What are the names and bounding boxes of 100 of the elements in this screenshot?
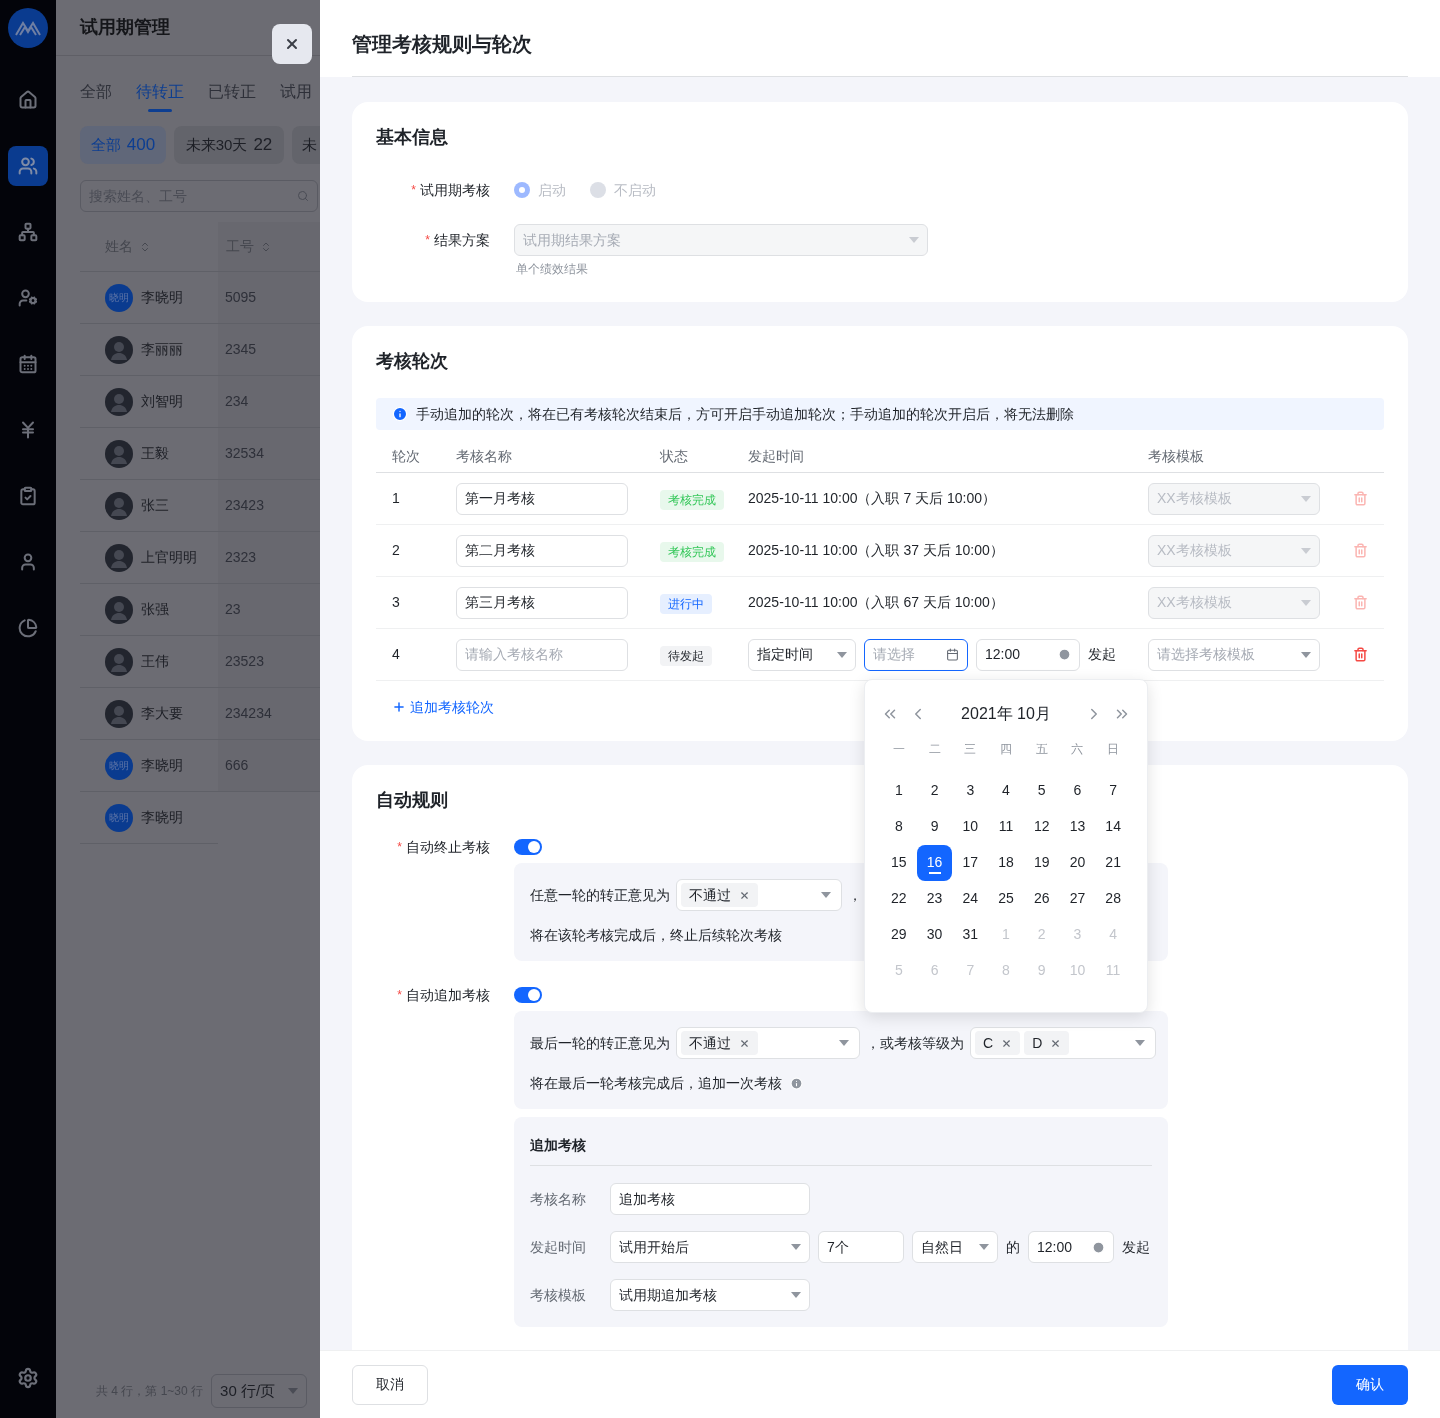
calendar-day[interactable]: 27 (1059, 880, 1096, 917)
required-mark: * (397, 839, 402, 856)
nav-item[interactable] (8, 146, 48, 186)
caret-icon (1301, 495, 1311, 502)
calendar-day[interactable]: 8 (881, 808, 917, 845)
calendar-day[interactable]: 18 (988, 844, 1024, 881)
calendar-day[interactable]: 23 (916, 880, 953, 917)
calendar-day[interactable]: 2 (916, 772, 953, 809)
start-time-text: 2025-10-11 10:00（入职 67 天后 10:00） (748, 593, 1005, 612)
clock-icon (1058, 648, 1071, 661)
delete-icon[interactable] (1352, 647, 1368, 662)
multi-select-field[interactable]: C D (970, 1027, 1156, 1059)
select-field[interactable]: 试用开始后 (610, 1231, 810, 1263)
calendar-day[interactable]: 3 (952, 772, 989, 809)
multi-select-field[interactable]: 不通过 (676, 879, 842, 911)
pie-chart-icon (18, 618, 38, 638)
weekday-label: 六 (1070, 740, 1085, 758)
toggle-switch[interactable] (514, 839, 542, 855)
calendar-day[interactable]: 1 (881, 772, 917, 809)
field-label: 发起时间 (530, 1237, 587, 1257)
calendar-day[interactable]: 9 (916, 808, 953, 845)
time-field[interactable]: 12:00 (976, 638, 1080, 671)
calendar-day[interactable]: 14 (1095, 808, 1131, 845)
name-input[interactable]: 第一月考核 (456, 482, 628, 515)
home-icon (18, 90, 38, 110)
logo-icon[interactable] (8, 8, 48, 48)
calendar-day[interactable]: 12 (1023, 808, 1060, 845)
calendar-day[interactable]: 10 (952, 808, 989, 845)
calendar-day[interactable]: 16 (916, 844, 953, 881)
calendar-day[interactable]: 22 (881, 880, 917, 917)
required-mark: * (425, 232, 430, 249)
calendar-day[interactable]: 6 (1059, 772, 1096, 809)
remove-icon[interactable] (739, 1037, 750, 1049)
select-field[interactable]: 试用期追加考核 (610, 1279, 810, 1311)
table-cell-text: 李晓明 (141, 808, 183, 827)
help-text: 单个绩效结果 (516, 261, 589, 278)
mode-select[interactable]: 指定时间 (748, 638, 856, 671)
table-cell-text: 666 (225, 756, 249, 775)
add-round-link[interactable]: 追加考核轮次 (392, 696, 494, 718)
close-button[interactable] (272, 24, 312, 64)
avatar (105, 335, 133, 364)
caret-icon (909, 237, 919, 243)
table-cell-text: 王毅 (141, 444, 169, 463)
calendar-day[interactable]: 20 (1059, 844, 1096, 881)
remove-icon[interactable] (1050, 1037, 1062, 1049)
calendar-day[interactable]: 7 (1095, 772, 1131, 809)
weekday-label: 五 (1034, 740, 1049, 758)
calendar-day[interactable]: 28 (1095, 880, 1131, 917)
calendar-day[interactable]: 29 (881, 916, 917, 953)
plus-icon (392, 700, 406, 714)
table-cell-text: 上官明明 (141, 548, 197, 567)
checklist-icon (18, 486, 38, 506)
cancel-button[interactable]: 取消 (352, 1364, 428, 1405)
calendar-day[interactable]: 31 (952, 916, 989, 953)
calendar-day[interactable]: 26 (1023, 880, 1060, 917)
settings-icon[interactable] (17, 1367, 39, 1389)
text-input[interactable]: 追加考核 (610, 1183, 810, 1215)
calendar-day[interactable]: 17 (952, 844, 989, 881)
info-icon[interactable] (790, 1076, 803, 1090)
remove-icon[interactable] (739, 889, 750, 901)
avatar (105, 647, 133, 676)
condition-text: ， (848, 885, 862, 905)
calendar-title: 2021年 10月 (960, 703, 1052, 724)
table-cell-text: 2323 (225, 548, 257, 567)
weekday-label: 一 (891, 740, 906, 758)
select-field[interactable]: 自然日 (912, 1231, 998, 1263)
calendar-day[interactable]: 11 (988, 808, 1024, 845)
calendar-day[interactable]: 19 (1023, 844, 1060, 881)
multi-select-field[interactable]: 不通过 (676, 1027, 860, 1059)
field-label: 自动追加考核 (406, 985, 490, 1005)
toggle-switch[interactable] (514, 987, 542, 1003)
calendar-day[interactable]: 5 (1023, 772, 1060, 809)
name-input[interactable]: 第二月考核 (456, 534, 628, 567)
table-cell-text: 李大要 (141, 704, 183, 723)
calendar-day[interactable]: 24 (952, 880, 989, 917)
avatar: 晓明 (105, 803, 133, 832)
calendar-day[interactable]: 25 (988, 880, 1024, 917)
calendar-day[interactable]: 4 (988, 772, 1024, 809)
round-number: 3 (391, 593, 401, 612)
field-label: 考核模板 (530, 1285, 587, 1305)
name-input[interactable]: 第三月考核 (456, 586, 628, 619)
calendar-day[interactable]: 15 (881, 844, 917, 881)
section-title: 考核轮次 (376, 350, 448, 372)
rule-note: 将在该轮考核完成后，终止后续轮次考核 (530, 925, 782, 945)
text-input[interactable]: 7个 (818, 1231, 904, 1263)
table-cell-text: 32534 (225, 444, 264, 463)
calendar-day[interactable]: 13 (1059, 808, 1096, 845)
notice-text: 手动追加的轮次，将在已有考核轮次结束后，方可开启手动追加轮次；手动追加的轮次开启后，将无法删除 (416, 404, 1074, 424)
people-icon (18, 156, 38, 176)
avatar: 晓明 (105, 751, 133, 780)
calendar-day[interactable]: 21 (1095, 844, 1131, 881)
field-label: 考核名称 (530, 1189, 587, 1209)
weekday-label: 三 (963, 740, 978, 758)
calendar-day[interactable]: 30 (916, 916, 953, 953)
time-field[interactable]: 12:00 (1028, 1231, 1114, 1263)
confirm-button[interactable]: 确认 (1332, 1364, 1408, 1405)
round-number: 2 (391, 541, 401, 560)
remove-icon[interactable] (1001, 1037, 1013, 1049)
round-number: 4 (391, 645, 401, 664)
column-header: 状态 (660, 446, 689, 466)
